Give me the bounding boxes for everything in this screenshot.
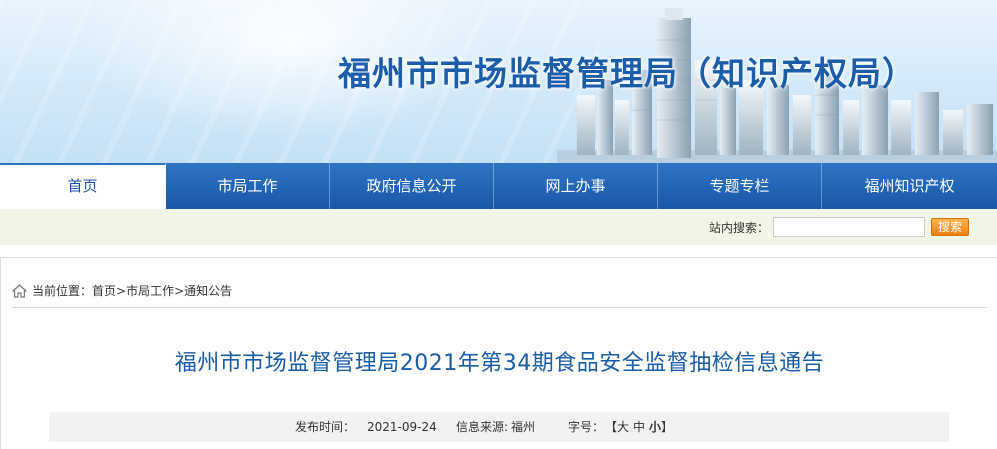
breadcrumb-link-home[interactable]: 首页 xyxy=(92,282,116,299)
publish-date: 2021-09-24 xyxy=(367,420,437,434)
nav-item-ip[interactable]: 福州知识产权 xyxy=(822,163,997,209)
breadcrumb: 当前位置： 首页 > 市局工作 > 通知公告 xyxy=(12,282,232,299)
article-meta: 发布时间： 2021-09-24 信息来源: 福州 字号： 【 大 中 小 】 xyxy=(49,412,949,442)
nav-item-home[interactable]: 首页 xyxy=(0,163,166,209)
search-bar: 站内搜索： 搜索 xyxy=(0,209,997,245)
breadcrumb-divider xyxy=(12,307,987,308)
home-icon xyxy=(12,283,27,298)
nav-item-online-services[interactable]: 网上办事 xyxy=(494,163,658,209)
breadcrumb-prefix: 当前位置： xyxy=(32,284,93,298)
font-size-bracket-close: 】 xyxy=(661,420,674,434)
nav-item-gov-info[interactable]: 政府信息公开 xyxy=(330,163,494,209)
breadcrumb-separator: > xyxy=(174,283,185,298)
breadcrumb-link-notices[interactable]: 通知公告 xyxy=(184,282,232,299)
nav-item-special-topics[interactable]: 专题专栏 xyxy=(658,163,822,209)
font-size-small-button[interactable]: 小 xyxy=(649,412,661,442)
article-title: 福州市市场监督管理局2021年第34期食品安全监督抽检信息通告 xyxy=(174,351,825,376)
nav-item-bureau-work[interactable]: 市局工作 xyxy=(166,163,330,209)
breadcrumb-link-bureau-work[interactable]: 市局工作 xyxy=(126,282,174,299)
search-button[interactable]: 搜索 xyxy=(931,218,969,236)
site-title: 福州市市场监督管理局（知识产权局） xyxy=(338,54,916,93)
breadcrumb-separator: > xyxy=(116,283,127,298)
font-size-bracket-open: 【 xyxy=(605,420,618,434)
source-label: 信息来源: xyxy=(456,420,509,434)
font-size-medium-button[interactable]: 中 xyxy=(633,412,645,442)
header-banner: 福州市市场监督管理局（知识产权局） xyxy=(0,0,997,163)
search-label: 站内搜索： xyxy=(709,221,770,235)
main-nav: 首页 市局工作 政府信息公开 网上办事 专题专栏 福州知识产权 xyxy=(0,163,997,209)
font-size-label: 字号： xyxy=(568,420,605,434)
article-container: 当前位置： 首页 > 市局工作 > 通知公告 福州市市场监督管理局2021年第3… xyxy=(0,257,997,449)
font-size-large-button[interactable]: 大 xyxy=(617,412,629,442)
publish-date-label: 发布时间： xyxy=(295,420,356,434)
source-value: 福州 xyxy=(511,420,536,434)
search-input[interactable] xyxy=(773,217,925,237)
